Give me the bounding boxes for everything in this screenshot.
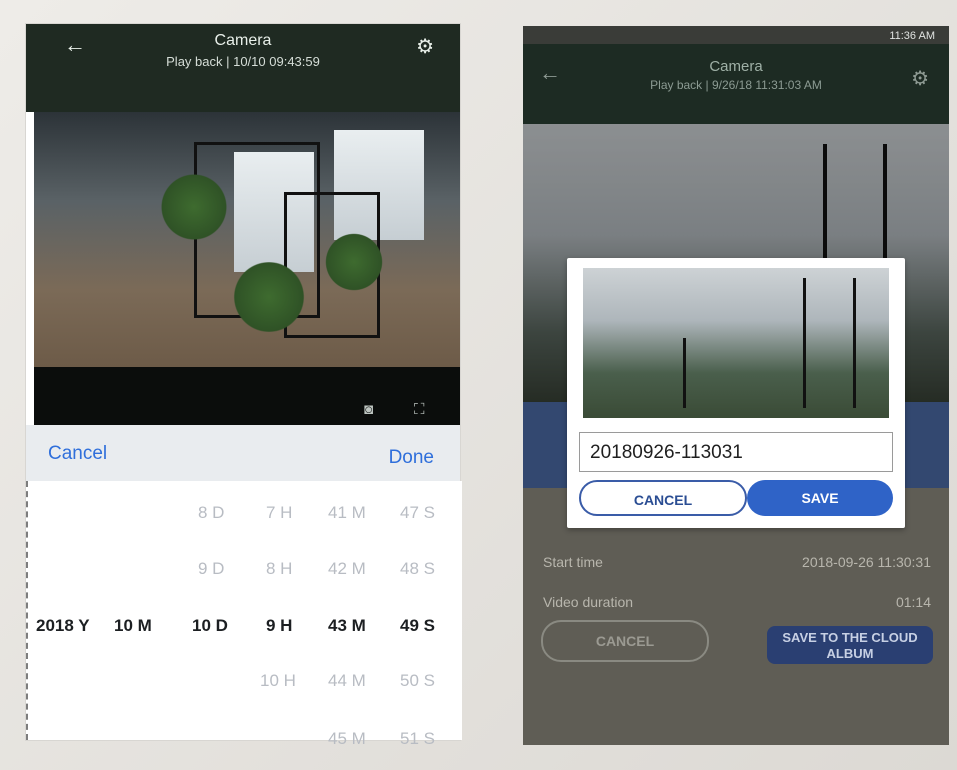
picker-hour-cell[interactable]: 8 H: [266, 559, 292, 579]
start-time-value[interactable]: 2018-09-26 11:30:31: [802, 554, 931, 570]
start-time-label: Start time: [543, 554, 603, 570]
picker-minute-cell[interactable]: 45 M: [328, 729, 366, 749]
duration-label: Video duration: [543, 594, 634, 610]
date-time-picker[interactable]: 8 D 7 H 41 M 47 S 9 D 8 H 42 M 48 S 2018…: [26, 481, 462, 748]
gear-icon[interactable]: ⚙: [911, 66, 929, 91]
gear-icon[interactable]: ⚙: [416, 34, 434, 59]
video-thumbnail: [583, 268, 889, 418]
video-controls: ◙ ⛶: [34, 367, 460, 425]
picker-done-button[interactable]: Done: [389, 447, 434, 469]
shelf-post: [853, 278, 856, 408]
shelf-post: [803, 278, 806, 408]
playback-subtitle: Play back | 9/26/18 11:31:03 AM: [650, 78, 822, 92]
cancel-button[interactable]: CANCEL: [541, 620, 709, 662]
dialog-save-button[interactable]: SAVE: [747, 480, 893, 516]
plant-shape: [319, 232, 389, 292]
picker-hour-cell[interactable]: 10 H: [260, 671, 296, 691]
picker-day-cell[interactable]: 9 D: [198, 559, 224, 579]
save-to-cloud-button[interactable]: SAVE TO THE CLOUD ALBUM: [767, 626, 933, 664]
picker-minute-cell[interactable]: 41 M: [328, 503, 366, 523]
picker-row: 8 D 7 H 41 M 47 S: [28, 503, 462, 533]
video-frame: [34, 112, 460, 367]
picker-hour-cell[interactable]: 9 H: [266, 616, 292, 636]
status-time: 11:36 AM: [889, 30, 935, 42]
picker-cancel-button[interactable]: Cancel: [48, 443, 107, 465]
plant-shape: [224, 262, 314, 332]
dialog-cancel-button[interactable]: CANCEL: [579, 480, 747, 516]
picker-hour-cell[interactable]: 7 H: [266, 503, 292, 523]
save-dialog: 20180926-113031 CANCEL SAVE: [567, 258, 905, 528]
picker-second-cell[interactable]: 51 S: [400, 729, 435, 749]
page-title: Camera: [214, 32, 272, 49]
picker-second-cell[interactable]: 49 S: [400, 616, 435, 636]
picker-second-cell[interactable]: 50 S: [400, 671, 435, 691]
picker-minute-cell[interactable]: 44 M: [328, 671, 366, 691]
left-phone-screen: ← Camera Play back | 10/10 09:43:59 ⚙ ◙ …: [26, 24, 462, 748]
shelf-post: [683, 338, 686, 408]
picker-header: Cancel Done: [26, 425, 460, 481]
picker-minute-cell[interactable]: 42 M: [328, 559, 366, 579]
filename-input[interactable]: 20180926-113031: [579, 432, 893, 472]
page-title: Camera: [709, 58, 763, 75]
picker-selected-row: 2018 Y 10 M 10 D 9 H 43 M 49 S: [28, 616, 462, 646]
top-bar: ← Camera Play back | 10/10 09:43:59 ⚙: [26, 24, 460, 112]
picker-day-cell[interactable]: 8 D: [198, 503, 224, 523]
top-bar: ← Camera Play back | 9/26/18 11:31:03 AM…: [523, 44, 949, 124]
picker-month-cell[interactable]: 10 M: [114, 616, 152, 636]
expand-icon[interactable]: ⛶: [414, 401, 432, 419]
picker-row: 9 D 8 H 42 M 48 S: [28, 559, 462, 589]
picker-second-cell[interactable]: 47 S: [400, 503, 435, 523]
picker-row: 45 M 51 S: [28, 729, 462, 759]
camera-icon[interactable]: ◙: [364, 401, 382, 419]
picker-minute-cell[interactable]: 43 M: [328, 616, 366, 636]
picker-second-cell[interactable]: 48 S: [400, 559, 435, 579]
picker-row: 10 H 44 M 50 S: [28, 671, 462, 701]
picker-year-cell[interactable]: 2018 Y: [36, 616, 90, 636]
picker-day-cell[interactable]: 10 D: [192, 616, 228, 636]
duration-value[interactable]: 01:14: [896, 594, 931, 610]
plant-shape: [154, 172, 234, 242]
right-phone-screen: 11:36 AM ← Camera Play back | 9/26/18 11…: [523, 26, 949, 745]
playback-subtitle: Play back | 10/10 09:43:59: [166, 54, 320, 69]
